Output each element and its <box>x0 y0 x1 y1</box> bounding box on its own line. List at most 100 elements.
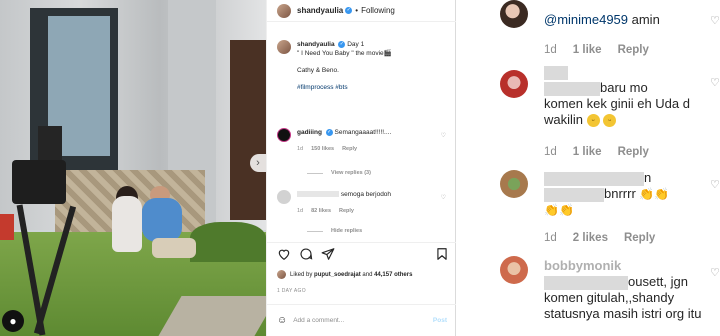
comment-username[interactable]: bobbymonik <box>544 258 621 273</box>
emoji-smiley-icon[interactable]: ☺ <box>277 315 287 326</box>
reply-button[interactable]: Reply <box>618 44 649 56</box>
post-action-bar <box>267 242 457 266</box>
verified-badge-icon: ✓ <box>338 40 346 48</box>
liked-by-user[interactable]: puput_soedrajat <box>314 272 361 278</box>
comment-meta: 1d 2 likes Reply <box>544 232 655 244</box>
redacted-text <box>544 275 628 290</box>
comment-like-heart-icon[interactable]: ♡ <box>441 194 446 201</box>
comment-like-heart-icon[interactable]: ♡ <box>710 266 720 279</box>
liked-by-and: and <box>362 271 373 278</box>
liked-by-count[interactable]: 44,157 others <box>374 272 412 278</box>
shrub <box>190 222 266 262</box>
liked-by-line: Liked by puput_soedrajat and 44,157 othe… <box>277 270 412 279</box>
avatar[interactable] <box>277 128 291 142</box>
post-caption: shandyaulia ✓ Day 1 " I Need You Baby " … <box>277 40 452 92</box>
avatar[interactable] <box>500 256 528 284</box>
clapping-hands-icon: 👏 <box>654 187 670 201</box>
caption-line-2: " I Need You Baby " the movie🎬 <box>297 50 392 57</box>
film-camera <box>12 160 66 204</box>
reply-button[interactable]: Reply <box>339 207 354 216</box>
reply-button[interactable]: Reply <box>624 232 655 244</box>
post-username[interactable]: shandyaulia <box>297 6 343 15</box>
next-photo-arrow-icon[interactable]: › <box>250 154 266 172</box>
share-plane-icon[interactable] <box>321 247 335 261</box>
actress-figure <box>112 196 142 252</box>
comment-item: semoga berjodoh 1d 82 likes Reply ♡ <box>277 190 452 216</box>
liked-by-prefix: Liked by <box>290 271 313 278</box>
redacted-text <box>544 81 600 96</box>
comment-meta: 1d 82 likes Reply <box>297 207 452 216</box>
comment-item: gadiiing ✓ Semangaaaat!!!!!.... 1d 150 l… <box>277 128 452 154</box>
comment-likes[interactable]: 150 likes <box>311 145 334 154</box>
verified-badge-icon: ✓ <box>325 128 333 136</box>
post-photo[interactable]: › ● <box>0 0 266 336</box>
avatar[interactable] <box>500 0 528 28</box>
caption-line-1: Day 1 <box>347 41 365 48</box>
redacted-text <box>544 187 604 202</box>
clapping-hands-icon: 👏 <box>639 187 655 201</box>
clapping-hands-icon: 👏 <box>544 203 559 217</box>
separator-dot: • <box>355 6 359 15</box>
redacted-username <box>544 171 644 186</box>
comment-text: semoga berjodoh <box>340 191 392 198</box>
caption-username[interactable]: shandyaulia <box>297 41 335 48</box>
door <box>230 40 266 220</box>
comment-meta: 1d 1 like Reply <box>544 44 649 56</box>
comment-likes[interactable]: 2 likes <box>573 232 608 244</box>
avatar[interactable] <box>277 190 291 204</box>
comment-username[interactable]: gadiiing <box>297 129 322 136</box>
comment-text: Semangaaaat!!!!!.... <box>334 129 392 136</box>
comment-time: 1d <box>297 208 304 214</box>
camera-handle <box>38 126 62 160</box>
avatar[interactable] <box>500 170 528 198</box>
redacted-username <box>544 65 568 80</box>
actor-legs <box>152 238 196 258</box>
comment-time: 1d <box>544 44 557 56</box>
post-comment-button[interactable]: Post <box>433 317 447 324</box>
comment-text: @minime4959 amin <box>544 12 660 27</box>
comment-like-heart-icon[interactable]: ♡ <box>710 14 720 27</box>
actor-figure <box>142 198 182 242</box>
comment-mention[interactable]: @minime4959 <box>544 12 628 27</box>
add-comment-input[interactable]: Add a comment... <box>293 317 433 324</box>
comment-time: 1d <box>544 232 557 244</box>
comment-text: bobbymonik ousett, jgn komen gitulah,,sh… <box>544 258 702 321</box>
avatar[interactable] <box>500 70 528 98</box>
caption-line-3: Cathy & Beno. <box>297 67 339 74</box>
comment-time: 1d <box>297 146 304 152</box>
post-header: shandyaulia ✓ • Following <box>267 0 457 22</box>
comment-text: n bnrrrr 👏👏 👏👏 <box>544 170 670 217</box>
user-tag-icon[interactable]: ● <box>2 310 24 332</box>
comment-meta: 1d 1 like Reply <box>544 146 649 158</box>
bookmark-icon[interactable] <box>435 247 449 261</box>
laughing-emoji-icon: ᵕ <box>603 114 617 128</box>
comment-likes[interactable]: 82 likes <box>311 207 331 216</box>
zoomed-comments: @minime4959 amin 1d 1 like Reply ♡ baru … <box>456 0 720 336</box>
hide-replies-toggle[interactable]: Hide replies <box>307 228 362 234</box>
instagram-post-panel: shandyaulia ✓ • Following shandyaulia ✓ … <box>266 0 457 336</box>
comment-time: 1d <box>544 146 557 158</box>
comment-likes[interactable]: 1 like <box>573 146 602 158</box>
caption-hashtags[interactable]: #filmprocess #bts <box>297 83 392 92</box>
like-heart-icon[interactable] <box>277 247 291 261</box>
avatar <box>277 270 286 279</box>
post-time-ago[interactable]: 1 DAY AGO <box>277 288 306 294</box>
reply-button[interactable]: Reply <box>342 145 357 154</box>
redacted-username <box>297 191 339 198</box>
comment-like-heart-icon[interactable]: ♡ <box>710 178 720 191</box>
reply-button[interactable]: Reply <box>618 146 649 158</box>
comment-bubble-icon[interactable] <box>299 247 313 261</box>
comment-likes[interactable]: 1 like <box>573 44 602 56</box>
red-equipment <box>0 214 14 240</box>
caption-text: shandyaulia ✓ Day 1 " I Need You Baby " … <box>297 40 392 92</box>
comment-like-heart-icon[interactable]: ♡ <box>441 132 446 139</box>
verified-badge-icon: ✓ <box>345 7 353 14</box>
view-replies-toggle[interactable]: View replies (3) <box>307 170 371 176</box>
avatar[interactable] <box>277 40 291 54</box>
avatar[interactable] <box>277 3 291 18</box>
clapping-hands-icon: 👏 <box>558 203 574 217</box>
comment-like-heart-icon[interactable]: ♡ <box>710 76 720 89</box>
comment-text: baru mo komen kek ginii eh Uda d wakilin… <box>544 64 704 128</box>
laughing-emoji-icon: ᵕ <box>586 114 600 128</box>
following-status[interactable]: Following <box>361 6 395 15</box>
